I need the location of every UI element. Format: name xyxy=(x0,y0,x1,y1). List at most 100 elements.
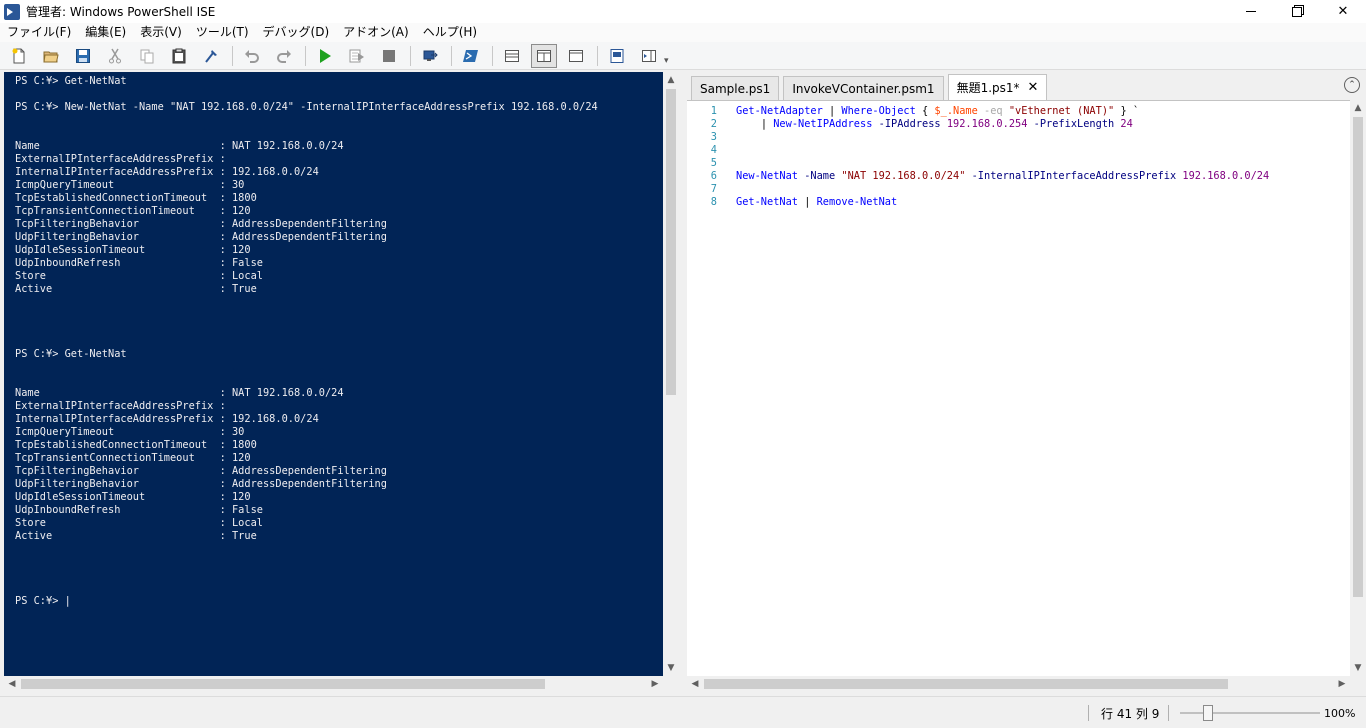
editor-horizontal-scrollbar[interactable]: ◀ ▶ xyxy=(687,676,1350,692)
toolbar-separator xyxy=(492,45,493,66)
console-pane: PS C:¥> Get-NetNat PS C:¥> New-NetNat -N… xyxy=(4,72,679,692)
toolbar-separator xyxy=(597,45,598,66)
show-script-maximized-button[interactable] xyxy=(563,44,589,68)
run-selection-icon xyxy=(349,49,364,62)
tab-label: InvokeVContainer.psm1 xyxy=(792,82,935,96)
code-text: Get-NetNat | Remove-NetNat xyxy=(736,196,898,208)
line-number: 8 xyxy=(710,196,717,208)
code-line: 1 Get-NetAdapter | Where-Object { $_.Nam… xyxy=(687,105,1350,118)
show-command-addon-icon xyxy=(642,49,656,62)
tab-untitled1-ps1[interactable]: 無題1.ps1* ✕ xyxy=(947,74,1048,101)
line-number: 7 xyxy=(710,183,717,195)
menu-addons[interactable]: アドオン(A) xyxy=(336,23,416,42)
code-text: Get-NetAdapter | Where-Object { $_.Name … xyxy=(736,105,1140,117)
toolbar-overflow-icon[interactable]: ▾ xyxy=(664,56,669,66)
new-file-button[interactable] xyxy=(6,44,32,68)
open-folder-icon xyxy=(43,51,59,62)
stop-button[interactable] xyxy=(376,44,402,68)
menu-help[interactable]: ヘルプ(H) xyxy=(416,23,484,42)
powershell-console-button[interactable] xyxy=(458,44,484,68)
scroll-left-arrow-icon[interactable]: ◀ xyxy=(4,676,20,692)
cut-icon xyxy=(109,48,121,63)
code-editor[interactable]: 1 Get-NetAdapter | Where-Object { $_.Nam… xyxy=(687,100,1350,676)
code-line: 6 New-NetNat -Name "NAT 192.168.0.0/24" … xyxy=(687,170,1350,183)
editor-vscroll-thumb[interactable] xyxy=(1353,117,1363,597)
code-text: | New-NetIPAddress -IPAddress 192.168.0.… xyxy=(760,118,1133,130)
save-icon xyxy=(76,48,90,63)
console-vscroll-thumb[interactable] xyxy=(666,89,676,395)
powershell-ise-icon xyxy=(4,3,20,20)
cursor-position: 行 41 列 9 xyxy=(1101,707,1160,721)
close-window-button[interactable]: ✕ xyxy=(1320,0,1366,23)
redo-icon xyxy=(277,49,291,63)
powershell-ise-window: 管理者: Windows PowerShell ISE ✕ ファイル(F) 編集… xyxy=(0,0,1366,728)
menu-tools[interactable]: ツール(T) xyxy=(189,23,256,42)
tab-invokevcontainer-psm1[interactable]: InvokeVContainer.psm1 xyxy=(783,76,944,101)
show-command-window-icon xyxy=(610,48,624,63)
undo-icon xyxy=(245,49,259,63)
save-button[interactable] xyxy=(70,44,96,68)
pane-splitter[interactable] xyxy=(679,72,687,692)
editor-hscroll-thumb[interactable] xyxy=(704,679,1228,689)
scroll-left-arrow-icon[interactable]: ◀ xyxy=(687,676,703,692)
scroll-down-arrow-icon[interactable]: ▼ xyxy=(1350,660,1366,676)
clear-console-icon xyxy=(205,49,217,63)
redo-button[interactable] xyxy=(271,44,297,68)
run-script-icon xyxy=(320,48,331,63)
status-separator xyxy=(1088,705,1089,721)
undo-button[interactable] xyxy=(239,44,265,68)
code-line: 2 | New-NetIPAddress -IPAddress 192.168.… xyxy=(687,118,1350,131)
code-line: 8 Get-NetNat | Remove-NetNat xyxy=(687,196,1350,209)
scroll-right-arrow-icon[interactable]: ▶ xyxy=(1334,676,1350,692)
clear-console-button[interactable] xyxy=(198,44,224,68)
toolbar-separator xyxy=(410,45,411,66)
collapse-script-pane-icon[interactable]: ⌃ xyxy=(1344,77,1360,93)
copy-button[interactable] xyxy=(134,44,160,68)
scroll-down-arrow-icon[interactable]: ▼ xyxy=(663,660,679,676)
zoom-slider-thumb[interactable] xyxy=(1203,705,1213,721)
maximize-button[interactable] xyxy=(1274,0,1320,23)
menu-file[interactable]: ファイル(F) xyxy=(0,23,78,42)
editor-vertical-scrollbar[interactable]: ▲ ▼ xyxy=(1350,100,1366,676)
menu-view[interactable]: 表示(V) xyxy=(133,23,189,42)
run-script-button[interactable] xyxy=(312,44,338,68)
paste-button[interactable] xyxy=(166,44,192,68)
status-bar: 行 41 列 9 100% xyxy=(0,696,1366,728)
show-script-top-button[interactable] xyxy=(499,44,525,68)
open-file-button[interactable] xyxy=(38,44,64,68)
run-selection-button[interactable] xyxy=(344,44,370,68)
tab-label: 無題1.ps1* xyxy=(956,81,1020,95)
powershell-console-icon xyxy=(463,49,478,62)
toolbar-separator xyxy=(232,45,233,66)
scroll-up-arrow-icon[interactable]: ▲ xyxy=(663,72,679,88)
zoom-slider-track[interactable] xyxy=(1180,712,1320,714)
code-line: 4 xyxy=(687,144,1350,157)
console-hscroll-thumb[interactable] xyxy=(21,679,545,689)
script-tabs: Sample.ps1 InvokeVContainer.psm1 無題1.ps1… xyxy=(687,74,1048,101)
console-output[interactable]: PS C:¥> Get-NetNat PS C:¥> New-NetNat -N… xyxy=(4,72,663,676)
scroll-up-arrow-icon[interactable]: ▲ xyxy=(1350,100,1366,116)
menu-bar: ファイル(F) 編集(E) 表示(V) ツール(T) デバッグ(D) アドオン(… xyxy=(0,23,1366,42)
scroll-right-arrow-icon[interactable]: ▶ xyxy=(647,676,663,692)
menu-edit[interactable]: 編集(E) xyxy=(78,23,133,42)
tab-sample-ps1[interactable]: Sample.ps1 xyxy=(691,76,780,101)
cut-button[interactable] xyxy=(102,44,128,68)
remote-powershell-button[interactable] xyxy=(417,44,443,68)
menu-debug[interactable]: デバッグ(D) xyxy=(256,23,337,42)
minimize-button[interactable] xyxy=(1228,0,1274,23)
close-tab-icon[interactable]: ✕ xyxy=(1028,75,1039,101)
show-script-right-button[interactable] xyxy=(531,43,557,68)
line-number: 1 xyxy=(710,105,717,117)
toolbar: ▾ xyxy=(0,42,1366,70)
show-command-window-button[interactable] xyxy=(604,44,630,68)
stop-icon xyxy=(383,49,395,62)
console-vertical-scrollbar[interactable]: ▲ ▼ xyxy=(663,72,679,676)
new-file-icon xyxy=(12,48,25,63)
code-line: 7 xyxy=(687,183,1350,196)
zoom-level: 100% xyxy=(1324,707,1356,720)
show-command-addon-button[interactable] xyxy=(636,44,662,68)
console-horizontal-scrollbar[interactable]: ◀ ▶ xyxy=(4,676,663,692)
